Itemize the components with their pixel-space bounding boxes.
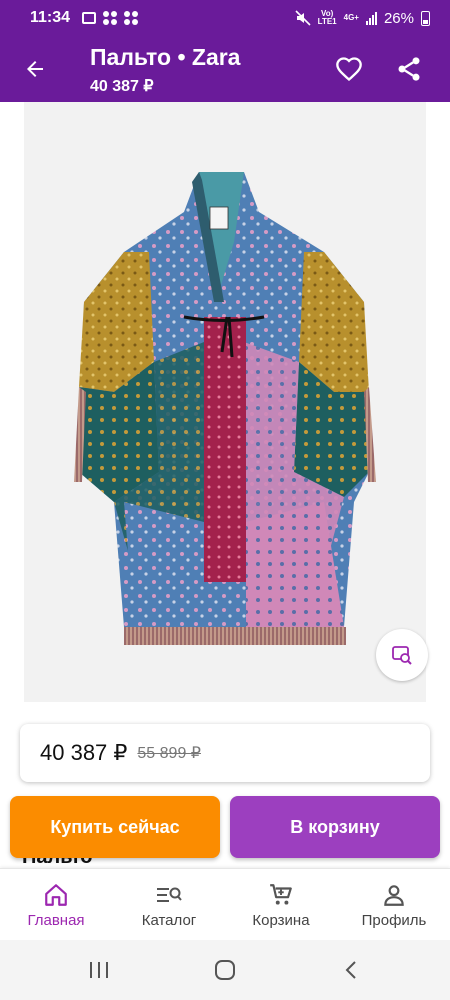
gallery-icon	[82, 12, 97, 24]
old-price: 55 899 ₽	[137, 745, 201, 762]
nav-item-cart[interactable]: Корзина	[238, 869, 324, 941]
product-image[interactable]	[24, 102, 426, 702]
app-bar: Пальто • Zara 40 387 ₽	[0, 36, 450, 102]
recent-apps-button[interactable]	[84, 956, 114, 984]
cart-icon	[270, 883, 292, 905]
battery-percent: 26%	[383, 9, 414, 27]
status-right: Vo) LTE1 4G+ 26%	[295, 10, 430, 27]
volte-bottom-text: LTE1	[317, 17, 337, 26]
home-system-button[interactable]	[210, 956, 240, 984]
back-button[interactable]	[18, 52, 52, 86]
nav-item-profile[interactable]: Профиль	[352, 869, 436, 941]
page-subtitle-price: 40 387 ₽	[90, 78, 154, 95]
home-square-icon	[215, 960, 235, 980]
nav-item-catalog[interactable]: Каталог	[126, 869, 212, 941]
product-screen: 11:34 Vo) LTE1 4G+ 26% Пальто • Zara 40 …	[0, 0, 450, 1000]
nav-item-home[interactable]: Главная	[14, 869, 98, 941]
status-time: 11:34	[30, 9, 71, 26]
nav-label-catalog: Каталог	[141, 911, 197, 929]
battery-icon	[421, 10, 430, 26]
volte-indicator: Vo) LTE1	[318, 10, 337, 26]
arrow-back-icon	[27, 61, 43, 77]
apps-dots-icon	[103, 11, 118, 25]
share-icon	[398, 57, 420, 81]
chevron-left-icon	[345, 961, 356, 979]
buy-now-button[interactable]: Купить сейчас	[10, 796, 220, 858]
nav-label-cart: Корзина	[252, 911, 310, 929]
catalog-search-icon	[157, 887, 182, 902]
current-price: 40 387 ₽	[40, 740, 128, 765]
heart-icon	[336, 57, 362, 82]
add-to-cart-button[interactable]: В корзину	[230, 796, 440, 858]
mute-icon	[295, 10, 311, 26]
network-type: 4G+	[343, 13, 359, 22]
grid-dots-icon	[124, 11, 139, 25]
visual-search-button[interactable]	[376, 629, 428, 681]
coat-illustration	[74, 172, 376, 645]
price-card: 40 387 ₽ 55 899 ₽	[20, 724, 430, 782]
favorite-button[interactable]	[332, 52, 366, 86]
image-search-icon	[392, 646, 412, 665]
recents-icon	[90, 962, 108, 978]
status-bar: 11:34 Vo) LTE1 4G+ 26%	[0, 0, 450, 36]
nav-label-profile: Профиль	[361, 911, 427, 929]
nav-label-home: Главная	[27, 911, 85, 929]
status-notification-icons	[82, 11, 139, 25]
profile-icon	[384, 884, 404, 906]
signal-bars-icon	[365, 11, 377, 25]
page-title: Пальто • Zara	[90, 44, 241, 70]
share-button[interactable]	[392, 52, 426, 86]
back-system-button[interactable]	[336, 956, 366, 984]
bottom-navigation: Главная Каталог Корзина Профиль	[0, 868, 450, 940]
home-icon	[45, 883, 67, 906]
system-navigation-bar	[0, 940, 450, 1000]
